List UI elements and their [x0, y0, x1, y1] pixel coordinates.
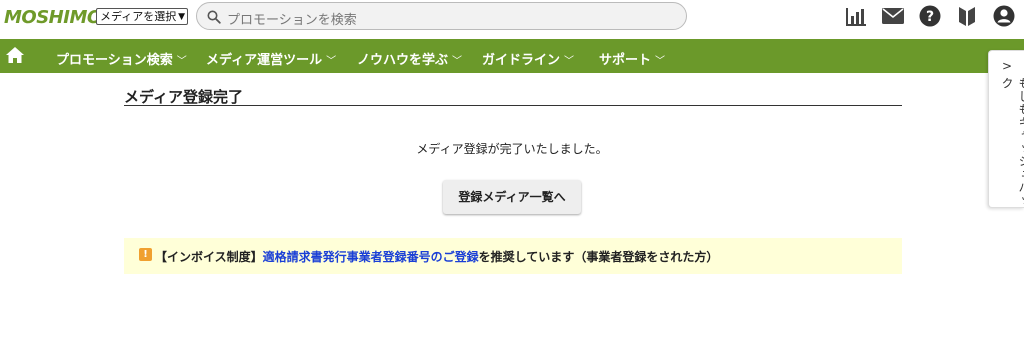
beginner-icon[interactable]	[955, 4, 979, 28]
user-icon[interactable]	[992, 4, 1016, 28]
nav-item-guidelines[interactable]: ガイドライン ﹀	[482, 49, 574, 68]
search-icon	[207, 9, 221, 28]
chevron-down-icon: ﹀	[564, 56, 575, 67]
main-nav: プロモーション検索 ﹀ メディア運営ツール ﹀ ノウハウを学ぶ ﹀ ガイドライン ﹀ サ…	[0, 39, 1024, 73]
nav-item-knowhow[interactable]: ノウハウを学ぶ ﹀	[357, 49, 462, 68]
header-icons: ?	[844, 4, 1016, 28]
chevron-down-icon: ﹀	[326, 56, 337, 67]
svg-text:?: ?	[926, 9, 934, 25]
mail-icon[interactable]	[881, 4, 905, 28]
nav-item-support[interactable]: サポート ﹀	[599, 49, 665, 68]
nav-item-promotion-search[interactable]: プロモーション検索 ﹀	[56, 49, 187, 68]
title-divider	[124, 105, 902, 106]
media-select-value: メディアを選択	[100, 10, 177, 23]
invoice-notice: ! 【インボイス制度】適格請求書発行事業者登録番号のご登録を推奨しています（事業…	[124, 238, 902, 274]
completion-message: メディア登録が完了いたしました。	[416, 142, 608, 156]
chevron-down-icon: ▼	[178, 12, 185, 22]
media-select[interactable]: メディアを選択 ▼	[96, 8, 188, 25]
logo[interactable]: MOSHIMO	[4, 7, 102, 28]
invoice-registration-link[interactable]: 適格請求書発行事業者登録番号のご登録	[263, 250, 479, 264]
cashback-side-tab[interactable]: > もしもキャッシュバック	[988, 50, 1024, 208]
search-placeholder: プロモーションを検索	[227, 13, 357, 28]
home-icon[interactable]	[5, 46, 25, 68]
warning-icon: !	[139, 248, 152, 261]
report-icon[interactable]	[844, 4, 868, 28]
chevron-down-icon: ﹀	[655, 56, 666, 67]
media-list-button[interactable]: 登録メディア一覧へ	[443, 180, 581, 214]
page-title: メディア登録完了	[124, 88, 243, 106]
help-icon[interactable]: ?	[918, 4, 942, 28]
top-bar: MOSHIMO メディアを選択 ▼ プロモーションを検索 ?	[0, 0, 1024, 38]
search-box[interactable]: プロモーションを検索	[196, 2, 687, 30]
chevron-down-icon: ﹀	[452, 56, 463, 67]
nav-item-media-tools[interactable]: メディア運営ツール ﹀	[206, 49, 336, 68]
chevron-right-icon: >	[1002, 59, 1013, 73]
chevron-down-icon: ﹀	[176, 56, 187, 67]
notice-text: 【インボイス制度】適格請求書発行事業者登録番号のご登録を推奨しています（事業者登…	[155, 250, 719, 264]
